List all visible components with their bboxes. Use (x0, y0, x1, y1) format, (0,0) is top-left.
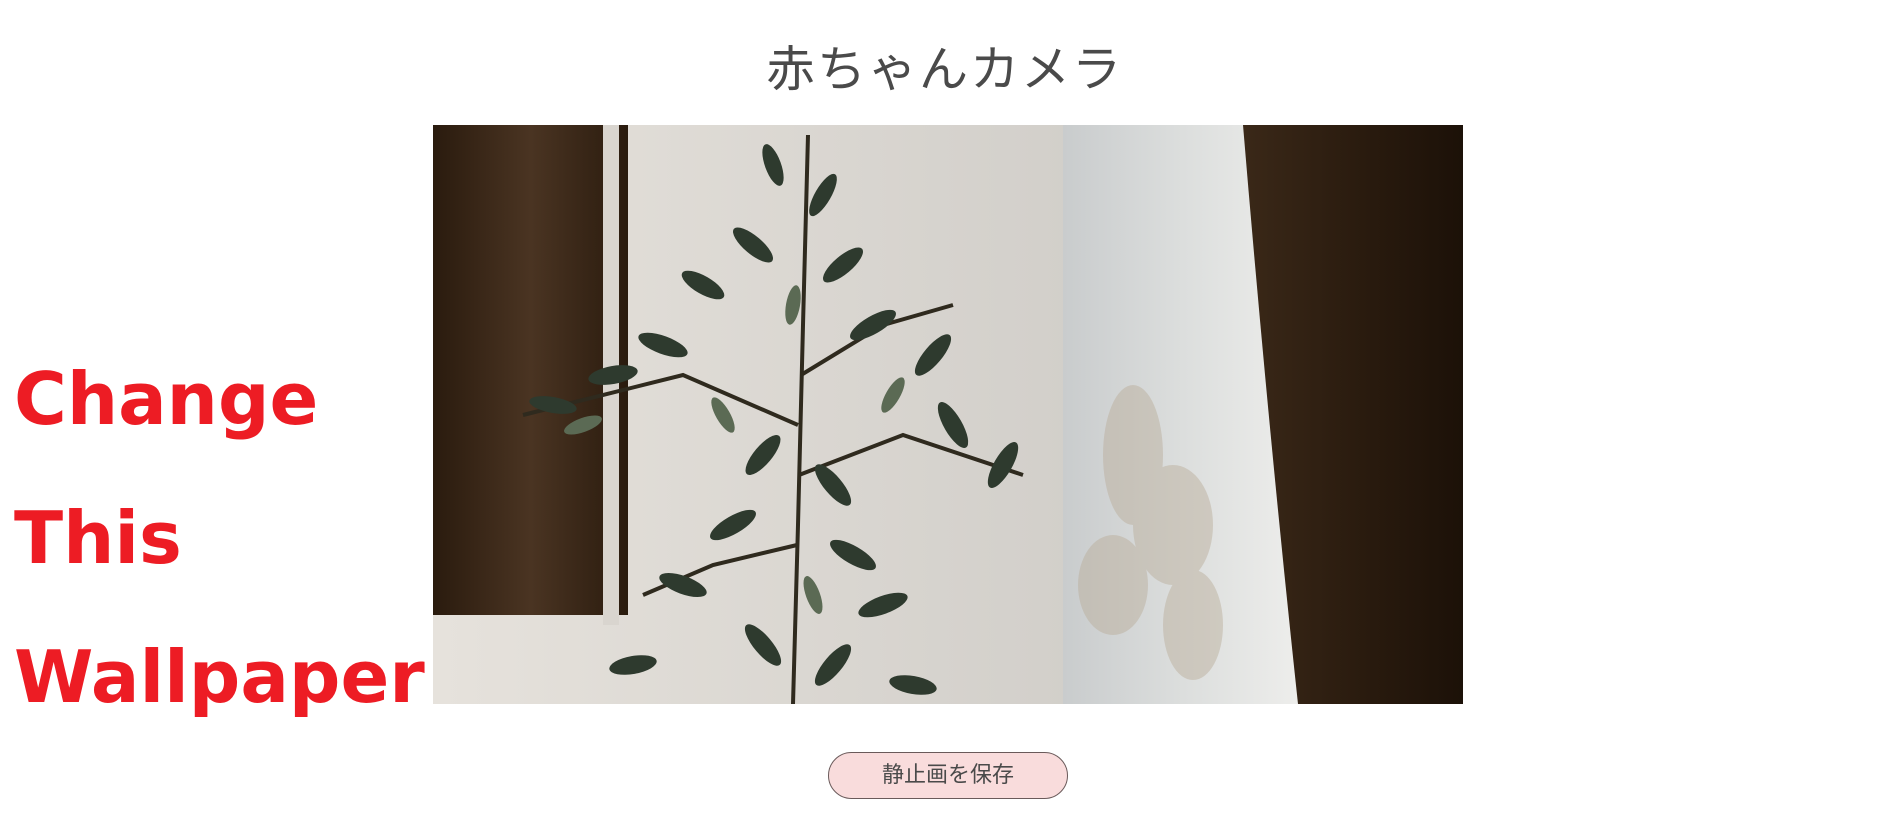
wallpaper-line-3: Wallpaper ! (14, 635, 483, 719)
page-title: 赤ちゃんカメラ (765, 41, 1123, 98)
save-still-image-button[interactable]: 静止画を保存 (828, 752, 1068, 799)
wallpaper-line-2: This (14, 496, 182, 580)
page: 赤ちゃんカメラ Change This Wallpaper ! 静止画を保存 (0, 0, 1889, 824)
wallpaper-line-1: Change (14, 357, 319, 441)
wallpaper-notice: Change This Wallpaper ! (14, 330, 483, 747)
camera-image (433, 125, 1463, 704)
camera-feed (433, 125, 1463, 704)
